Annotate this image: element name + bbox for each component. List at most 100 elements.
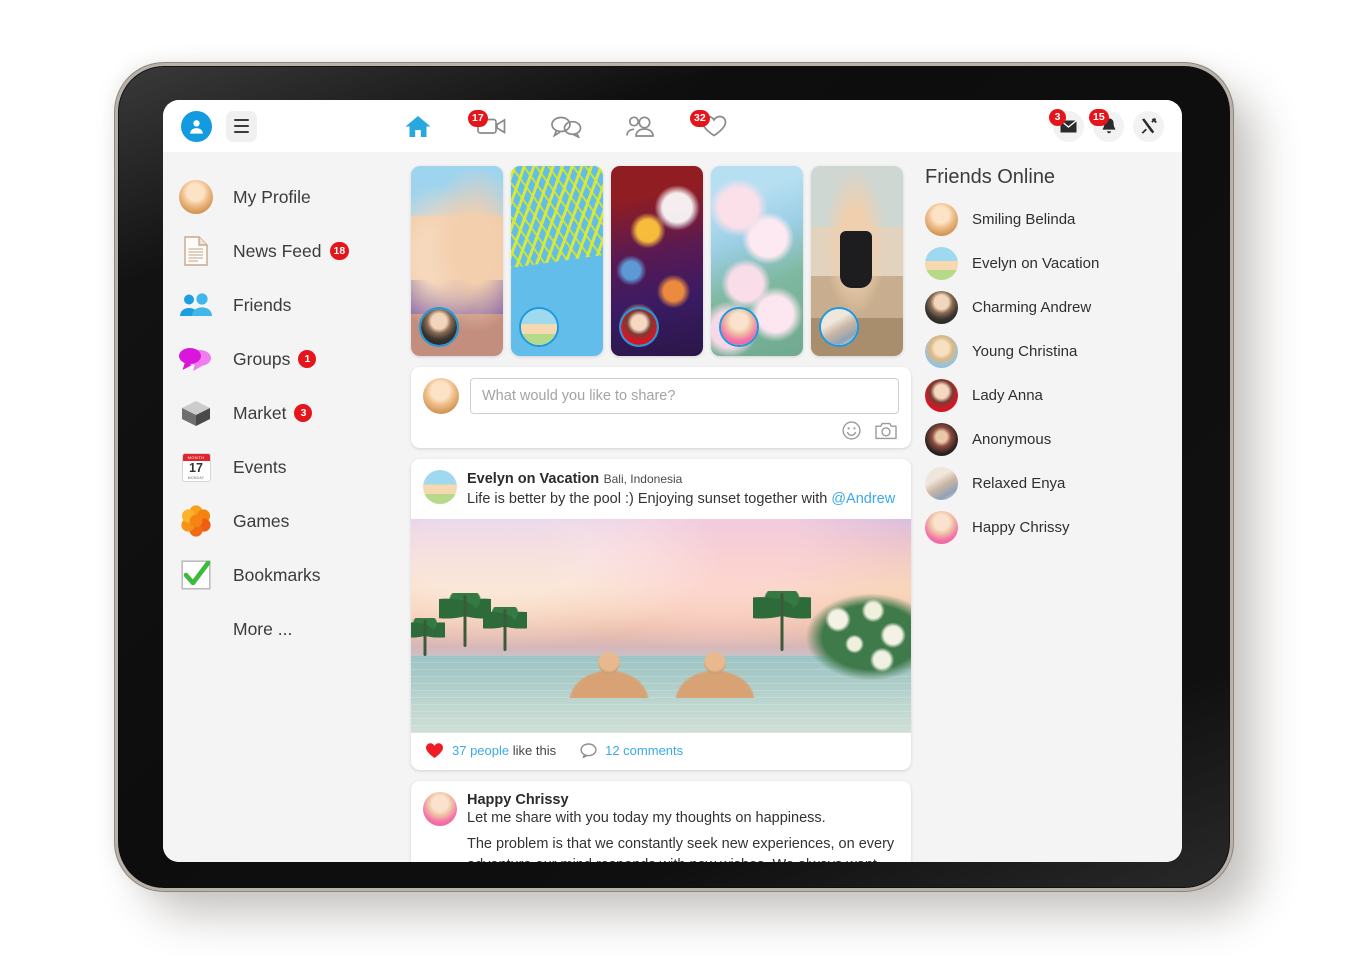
top-actions: 3 15 <box>1049 108 1164 142</box>
likes-suffix: like this <box>512 742 557 758</box>
videos-badge: 17 <box>468 110 488 127</box>
sidebar-item-news-feed[interactable]: News Feed 18 <box>177 224 411 278</box>
games-flower-icon <box>177 502 215 540</box>
friend-list-item[interactable]: Young Christina <box>925 329 1182 373</box>
sidebar-item-label: Market <box>233 402 287 423</box>
checkmark-icon <box>177 556 215 594</box>
heart-icon <box>426 742 443 758</box>
friend-list-item[interactable]: Relaxed Enya <box>925 461 1182 505</box>
nav-likes-button[interactable]: 32 <box>690 110 731 141</box>
sidebar-item-my-profile[interactable]: My Profile <box>177 170 411 224</box>
nav-people-button[interactable] <box>623 111 657 141</box>
primary-nav-icons: 17 32 <box>401 110 731 141</box>
sidebar-badge: 3 <box>294 404 313 422</box>
charming-andrew-avatar <box>925 290 958 324</box>
post-card-evelyn: Evelyn on Vacation Bali, Indonesia Life … <box>411 459 911 770</box>
friend-list-item[interactable]: Happy Chrissy <box>925 505 1182 549</box>
post-author-avatar[interactable] <box>423 470 457 504</box>
happy-chrissy-avatar <box>925 510 958 544</box>
sidebar-item-friends[interactable]: Friends <box>177 278 411 332</box>
post-author-name[interactable]: Happy Chrissy <box>467 792 897 808</box>
top-navigation-bar: 17 32 3 15 <box>163 100 1182 152</box>
anonymous-avatar <box>925 422 958 456</box>
inbox-button[interactable]: 3 <box>1049 108 1084 142</box>
tablet-screen: 17 32 3 15 My Profile News Feed 18 Frien… <box>163 100 1182 862</box>
friend-list-item[interactable]: Charming Andrew <box>925 285 1182 329</box>
sidebar-item-bookmarks[interactable]: Bookmarks <box>177 548 411 602</box>
post-composer <box>411 367 911 448</box>
nav-messages-button[interactable] <box>549 111 583 141</box>
likes-count[interactable]: 37 people <box>452 743 509 758</box>
friend-list-item[interactable]: Lady Anna <box>925 373 1182 417</box>
post-comments[interactable]: 12 comments <box>580 743 683 758</box>
post-photo[interactable] <box>411 518 911 733</box>
calendar-weekday: MONDAY <box>187 475 205 480</box>
home-icon <box>405 115 431 137</box>
post-author-avatar[interactable] <box>423 791 457 826</box>
post-mention-link[interactable]: @Andrew <box>831 491 895 507</box>
right-sidebar: Friends Online Smiling Belinda Evelyn on… <box>911 152 1182 862</box>
sidebar-item-label: Events <box>233 456 287 477</box>
inbox-badge: 3 <box>1049 108 1066 126</box>
smiling-belinda-avatar <box>925 202 958 236</box>
composer-input[interactable] <box>470 378 899 414</box>
young-christina-avatar <box>925 334 958 368</box>
profile-photo-icon <box>177 178 215 216</box>
box-icon <box>177 394 215 432</box>
hamburger-menu-icon[interactable] <box>226 110 257 142</box>
user-avatar-icon[interactable] <box>181 110 212 142</box>
sidebar-item-label: Friends <box>233 294 292 315</box>
stories-strip <box>411 166 911 356</box>
story-card-fitness-woman[interactable] <box>811 166 903 356</box>
post-text-line-1: Let me share with you today my thoughts … <box>467 809 826 826</box>
chat-bubbles-icon <box>551 116 582 138</box>
story-card-couple-selfie[interactable] <box>411 166 503 356</box>
left-sidebar: My Profile News Feed 18 Friends Groups 1… <box>163 152 411 862</box>
document-icon <box>177 232 215 270</box>
tools-icon <box>1141 118 1157 134</box>
story-avatar-relaxed-enya[interactable] <box>819 307 859 347</box>
post-author-name[interactable]: Evelyn on Vacation <box>467 471 599 487</box>
smiley-icon[interactable] <box>842 421 861 440</box>
sidebar-item-more[interactable]: More ... <box>177 602 411 656</box>
relaxed-enya-avatar <box>925 466 958 500</box>
sidebar-badge: 18 <box>329 242 350 260</box>
sidebar-item-label: News Feed <box>233 240 322 261</box>
story-card-bokeh-lights[interactable] <box>611 166 703 356</box>
comment-bubble-icon <box>580 742 597 758</box>
friend-name: Smiling Belinda <box>972 210 1076 228</box>
post-text-body: Life is better by the pool :) Enjoying s… <box>467 491 832 507</box>
friend-list-item[interactable]: Evelyn on Vacation <box>925 241 1182 285</box>
lady-anna-avatar <box>925 378 958 412</box>
tablet-device-frame: 17 32 3 15 My Profile News Feed 18 Frien… <box>118 66 1230 888</box>
friend-name: Lady Anna <box>972 386 1043 404</box>
camera-icon[interactable] <box>875 421 897 440</box>
story-avatar-charming-andrew[interactable] <box>419 307 459 347</box>
speech-bubbles-icon <box>177 340 215 378</box>
story-card-cherry-blossom[interactable] <box>711 166 803 356</box>
friends-online-title: Friends Online <box>925 166 1056 188</box>
comments-count[interactable]: 12 comments <box>605 743 683 758</box>
sidebar-item-market[interactable]: Market 3 <box>177 386 411 440</box>
notifications-button[interactable]: 15 <box>1089 108 1124 142</box>
friend-name: Relaxed Enya <box>972 474 1066 492</box>
sidebar-badge: 1 <box>298 350 317 368</box>
nav-videos-button[interactable]: 17 <box>468 110 509 141</box>
main-feed: Evelyn on Vacation Bali, Indonesia Life … <box>411 152 911 862</box>
friend-list-item[interactable]: Anonymous <box>925 417 1182 461</box>
story-avatar-happy-chrissy[interactable] <box>719 307 759 347</box>
sidebar-item-label: Groups <box>233 348 291 369</box>
friend-name: Happy Chrissy <box>972 518 1070 536</box>
settings-button[interactable] <box>1133 110 1164 142</box>
story-avatar-lady-anna[interactable] <box>619 307 659 347</box>
friend-list-item[interactable]: Smiling Belinda <box>925 197 1182 241</box>
friend-name: Evelyn on Vacation <box>972 254 1100 272</box>
sidebar-item-events[interactable]: MONTH 17 MONDAY Events <box>177 440 411 494</box>
sidebar-item-games[interactable]: Games <box>177 494 411 548</box>
story-card-palm-leaf[interactable] <box>511 166 603 356</box>
post-likes[interactable]: 37 people like this <box>425 742 556 759</box>
nav-home-button[interactable] <box>401 111 435 141</box>
evelyn-on-vacation-avatar <box>925 246 958 280</box>
story-avatar-evelyn-on-vacation[interactable] <box>519 307 559 347</box>
sidebar-item-groups[interactable]: Groups 1 <box>177 332 411 386</box>
